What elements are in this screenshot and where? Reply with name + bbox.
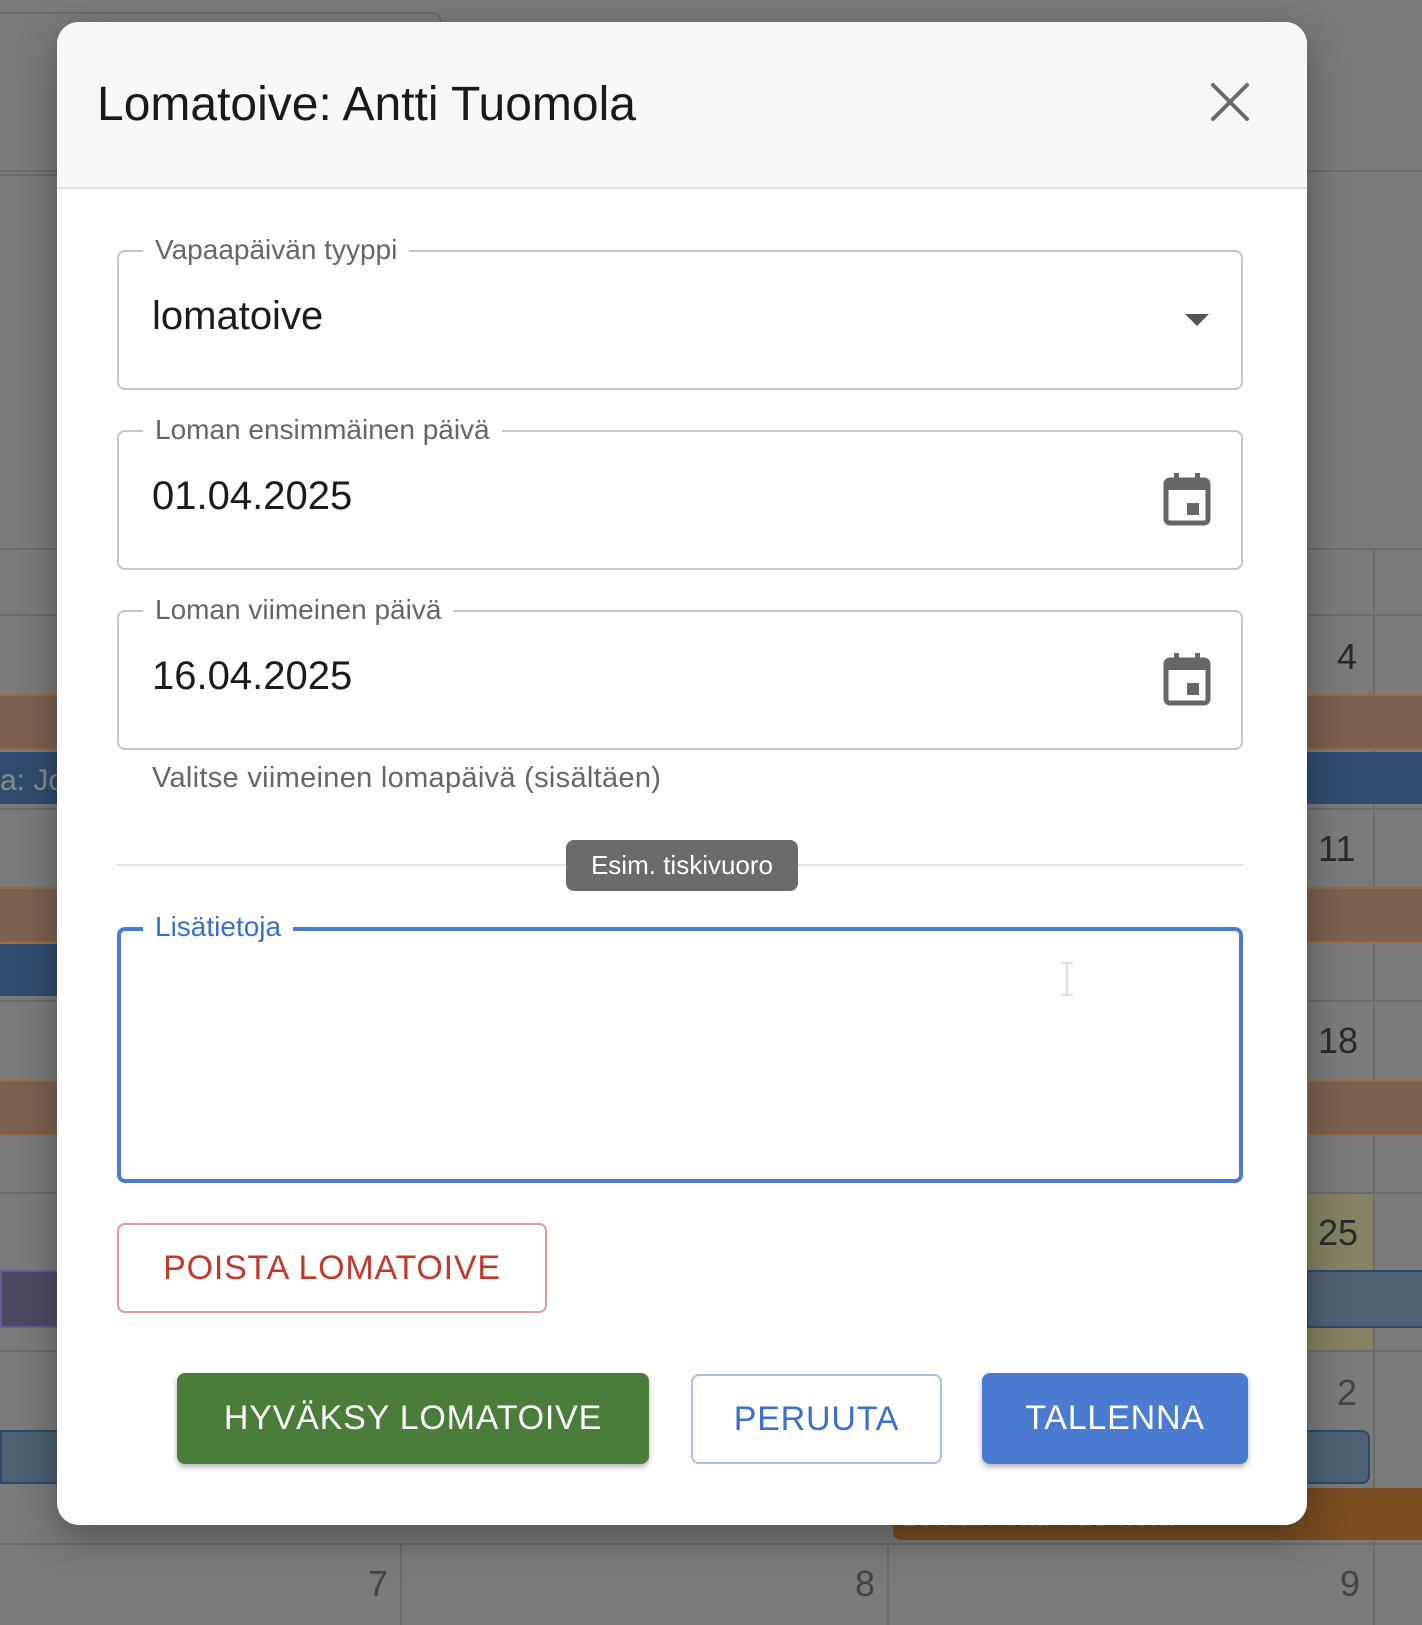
calendar-event[interactable] <box>1308 1080 1422 1136</box>
start-date-field[interactable]: Loman ensimmäinen päivä 01.04.2025 <box>117 412 1243 570</box>
start-date-value: 01.04.2025 <box>152 474 353 518</box>
text-cursor-icon <box>1061 961 1073 997</box>
dialog-header: Lomatoive: Antti Tuomola <box>57 22 1307 189</box>
cancel-button[interactable]: PERUUTA <box>691 1374 942 1464</box>
calendar-day-number: 2 <box>1337 1372 1358 1413</box>
close-icon <box>1211 83 1249 121</box>
calendar-icon[interactable] <box>1163 652 1211 706</box>
notes-label: Lisätietoja <box>143 909 294 945</box>
calendar-day-number: 11 <box>1318 828 1356 869</box>
start-date-label: Loman ensimmäinen päivä <box>143 412 502 448</box>
notes-textarea[interactable]: Lisätietoja <box>117 909 1243 1183</box>
end-date-label: Loman viimeinen päivä <box>143 592 454 628</box>
calendar-day-number: 7 <box>368 1563 389 1604</box>
calendar-event[interactable] <box>1306 1270 1422 1328</box>
calendar-day-number: 8 <box>855 1563 876 1604</box>
dialog-title: Lomatoive: Antti Tuomola <box>97 78 636 131</box>
tooltip: Esim. tiskivuoro <box>566 840 798 891</box>
save-button[interactable]: TALLENNA <box>982 1373 1248 1464</box>
calendar-day-number: 9 <box>1340 1563 1361 1604</box>
leave-request-dialog: Lomatoive: Antti Tuomola Vapaapäivän tyy… <box>57 22 1307 1525</box>
calendar-event-label: a: Jo <box>0 764 66 797</box>
end-date-value: 16.04.2025 <box>152 654 353 698</box>
calendar-day-number: 25 <box>1318 1212 1359 1253</box>
leave-type-select[interactable]: Vapaapäivän tyyppi lomatoive <box>117 232 1243 390</box>
leave-type-value: lomatoive <box>152 294 324 338</box>
dropdown-arrow-icon[interactable] <box>1183 312 1211 328</box>
grid-line <box>0 1543 1422 1545</box>
delete-request-button[interactable]: POISTA LOMATOIVE <box>117 1223 547 1313</box>
close-button[interactable] <box>1208 80 1252 124</box>
calendar-icon[interactable] <box>1163 472 1211 526</box>
grid-line <box>887 1545 889 1625</box>
leave-type-label: Vapaapäivän tyyppi <box>143 232 410 268</box>
approve-request-button[interactable]: HYVÄKSY LOMATOIVE <box>177 1373 649 1464</box>
grid-line <box>400 1545 402 1625</box>
calendar-day-number: 18 <box>1318 1020 1359 1061</box>
calendar-day-number: 4 <box>1337 636 1358 677</box>
end-date-field[interactable]: Loman viimeinen päivä 16.04.2025 <box>117 592 1243 750</box>
end-date-helper-text: Valitse viimeinen lomapäivä (sisältäen) <box>152 762 662 794</box>
